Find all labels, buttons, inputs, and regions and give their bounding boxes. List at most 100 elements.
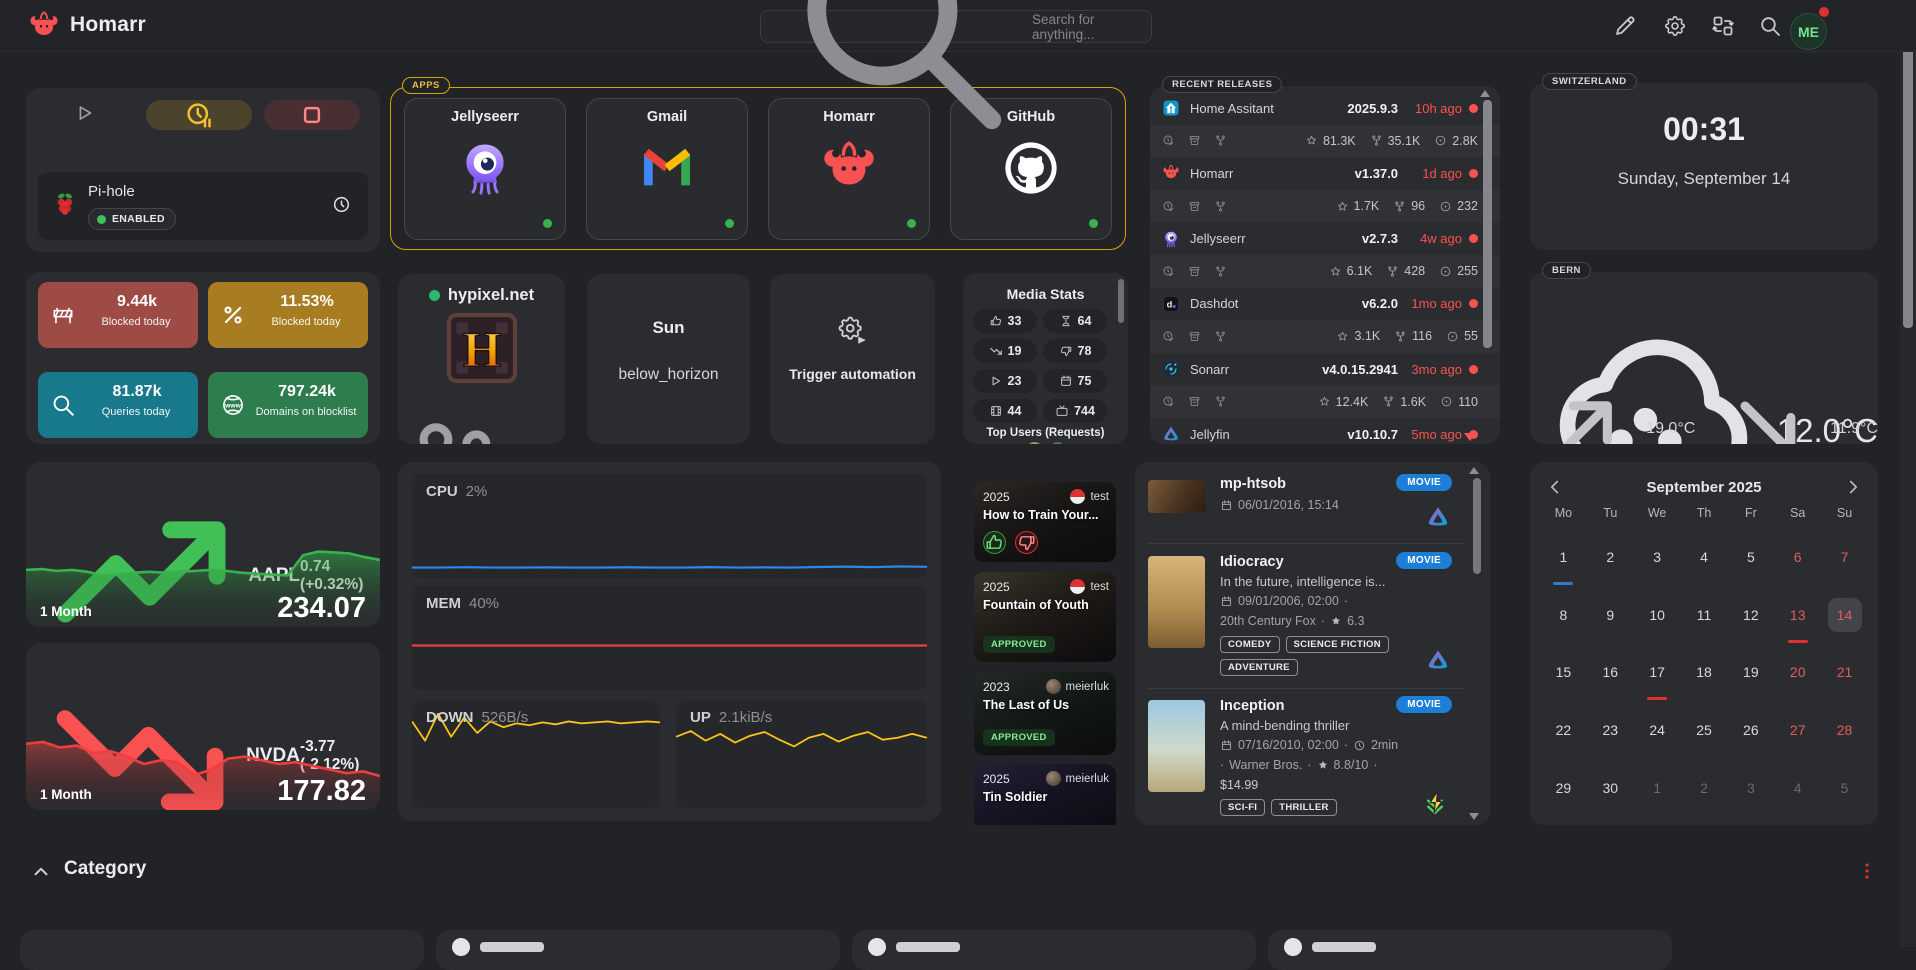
calendar-day-25[interactable]: 25	[1681, 701, 1728, 759]
automation-label: Trigger automation	[770, 366, 935, 382]
decline-button[interactable]	[1015, 531, 1038, 554]
pihole-stat-globe[interactable]: www797.24kDomains on blocklist	[208, 372, 368, 438]
category-collapse-icon[interactable]	[30, 861, 52, 883]
scroll-up-arrow[interactable]	[1469, 467, 1479, 474]
release-row-sonarr[interactable]: Sonarrv4.0.15.29413mo ago	[1150, 353, 1500, 386]
releases-scrollbar[interactable]	[1483, 100, 1492, 348]
pause-timer-button[interactable]	[146, 100, 252, 130]
category-menu-icon[interactable]	[1856, 860, 1878, 882]
settings-icon[interactable]	[1663, 14, 1687, 38]
page-scrollbar-thumb[interactable]	[1903, 16, 1913, 328]
clock-icon	[1353, 739, 1366, 752]
calendar-day-10[interactable]: 10	[1634, 586, 1681, 644]
calendar-day-3[interactable]: 3	[1634, 528, 1681, 586]
request-card-2[interactable]: 2023meierlukThe Last of UsAPPROVED	[974, 672, 1116, 755]
media-stats-scrollbar[interactable]	[1118, 279, 1124, 323]
approve-button[interactable]	[983, 531, 1006, 554]
approved-badge: APPROVED	[983, 729, 1055, 746]
calendar-day-27[interactable]: 27	[1774, 701, 1821, 759]
app-card-gmail[interactable]: Gmail	[586, 98, 748, 240]
calendar-day-22[interactable]: 22	[1540, 701, 1587, 759]
request-card-3[interactable]: 2025meierlukTin Soldier	[974, 764, 1116, 825]
calendar-day-16[interactable]: 16	[1587, 644, 1634, 702]
calendar-day-18[interactable]: 18	[1681, 644, 1728, 702]
pihole-timer-icon[interactable]	[331, 194, 352, 215]
calendar-day-2-next[interactable]: 2	[1681, 759, 1728, 817]
calendar-day-26[interactable]: 26	[1727, 701, 1774, 759]
pihole-instance-row[interactable]: Pi-hole ENABLED	[38, 172, 368, 240]
calendar-day-3-next[interactable]: 3	[1727, 759, 1774, 817]
media-item-idiocracy[interactable]: IdiocracyIn the future, intelligence is.…	[1147, 552, 1464, 682]
calendar-day-12[interactable]: 12	[1727, 586, 1774, 644]
media-item-mp-htsob[interactable]: mp-htsob06/01/2016, 15:14MOVIE	[1147, 474, 1464, 534]
calendar-day-23[interactable]: 23	[1587, 701, 1634, 759]
enable-all-button[interactable]	[74, 102, 96, 124]
request-card-0[interactable]: 2025testHow to Train Your...	[974, 482, 1116, 562]
calendar-day-6[interactable]: 6	[1774, 528, 1821, 586]
media-scrollbar[interactable]	[1473, 478, 1481, 574]
movie-badge: MOVIE	[1396, 474, 1452, 491]
fork-icon	[1386, 265, 1399, 278]
search-icon	[50, 392, 76, 418]
calendar-day-2[interactable]: 2	[1587, 528, 1634, 586]
release-row-jellyseerr[interactable]: Jellyseerrv2.7.34w ago	[1150, 222, 1500, 255]
calendar-day-28[interactable]: 28	[1821, 701, 1868, 759]
fork-icon	[1393, 200, 1406, 213]
app-label	[1312, 942, 1376, 952]
scroll-up-arrow[interactable]	[1480, 90, 1490, 97]
pihole-stat-barrier[interactable]: 9.44kBlocked today	[38, 282, 198, 348]
calendar-day-20[interactable]: 20	[1774, 644, 1821, 702]
calendar-next-icon[interactable]	[1842, 476, 1864, 498]
calendar-day-15[interactable]: 15	[1540, 644, 1587, 702]
pihole-stat-percent[interactable]: 11.53%Blocked today	[208, 282, 368, 348]
more-releases-indicator	[1464, 433, 1476, 441]
calendar-day-4-next[interactable]: 4	[1774, 759, 1821, 817]
calendar-prev-icon[interactable]	[1544, 476, 1566, 498]
release-row-homarr[interactable]: Homarrv1.37.01d ago	[1150, 157, 1500, 190]
jellyseerr-logo-icon	[456, 139, 514, 197]
network-up-graph: UP2.1kiB/s	[676, 700, 927, 808]
release-row-home-assitant[interactable]: Home Assitant2025.9.310h ago	[1150, 92, 1500, 125]
calendar-day-21[interactable]: 21	[1821, 644, 1868, 702]
minecraft-card[interactable]: hypixel.net H 29.4k / 200.0k	[398, 274, 565, 444]
pihole-stat-search[interactable]: 81.87kQueries today	[38, 372, 198, 438]
calendar-day-7[interactable]: 7	[1821, 528, 1868, 586]
archive-icon	[1188, 134, 1201, 147]
clock-check-icon	[1162, 134, 1175, 147]
hypixel-logo-icon: H	[446, 312, 518, 384]
category-app-tile[interactable]	[852, 930, 1256, 970]
calendar-day-19[interactable]: 19	[1727, 644, 1774, 702]
calendar-day-11[interactable]: 11	[1681, 586, 1728, 644]
calendar-day-1[interactable]: 1	[1540, 528, 1587, 586]
header-search-icon[interactable]	[1758, 14, 1782, 38]
calendar-day-9[interactable]: 9	[1587, 586, 1634, 644]
calendar-day-5-next[interactable]: 5	[1821, 759, 1868, 817]
release-row-jellyfin[interactable]: Jellyfinv10.10.75mo ago	[1150, 418, 1500, 444]
calendar-day-14[interactable]: 14	[1821, 586, 1868, 644]
tag: COMEDY	[1220, 636, 1280, 653]
search-bar[interactable]: Search for anything...	[760, 10, 1152, 43]
release-row-dashdot[interactable]: dDashdotv6.2.01mo ago	[1150, 288, 1500, 321]
calendar-day-30[interactable]: 30	[1587, 759, 1634, 817]
request-year: 2023	[983, 680, 1010, 694]
stop-button[interactable]	[264, 100, 360, 130]
category-app-tile[interactable]	[20, 930, 424, 970]
calendar-day-24[interactable]: 24	[1634, 701, 1681, 759]
category-app-tile[interactable]	[1268, 930, 1672, 970]
calendar-day-4[interactable]: 4	[1681, 528, 1728, 586]
scroll-down-arrow[interactable]	[1469, 813, 1479, 820]
calendar-day-13[interactable]: 13	[1774, 586, 1821, 644]
media-item-inception[interactable]: InceptionA mind-bending thriller07/16/20…	[1147, 696, 1464, 825]
calendar-day-29[interactable]: 29	[1540, 759, 1587, 817]
calendar-day-17[interactable]: 17	[1634, 644, 1681, 702]
board-switch-icon[interactable]	[1711, 14, 1735, 38]
calendar-day-8[interactable]: 8	[1540, 586, 1587, 644]
edit-mode-icon[interactable]	[1613, 14, 1637, 38]
calendar-day-5[interactable]: 5	[1727, 528, 1774, 586]
server-host: hypixel.net	[448, 286, 534, 305]
calendar-day-1-next[interactable]: 1	[1634, 759, 1681, 817]
category-app-tile[interactable]	[436, 930, 840, 970]
app-card-jellyseerr[interactable]: Jellyseerr	[404, 98, 566, 240]
request-card-1[interactable]: 2025testFountain of YouthAPPROVED	[974, 572, 1116, 662]
automation-card[interactable]: Trigger automation	[770, 274, 935, 444]
